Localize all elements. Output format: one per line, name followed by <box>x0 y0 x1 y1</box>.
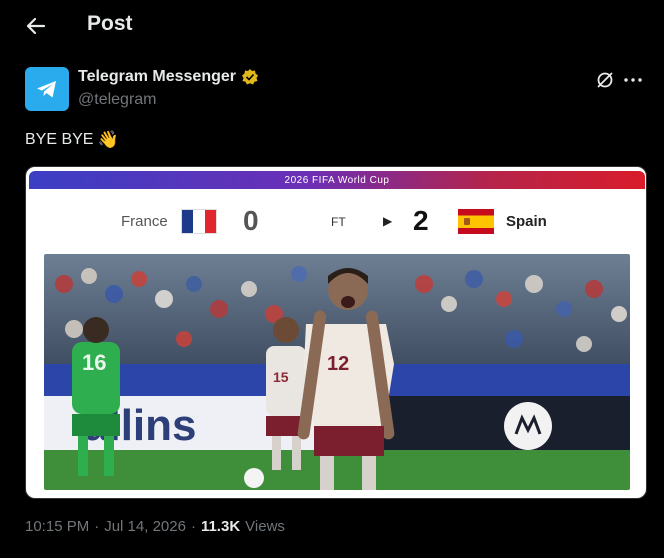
football-icon <box>244 468 264 488</box>
waving-hand-emoji: 👋 <box>97 130 119 149</box>
svg-text:16: 16 <box>82 350 106 375</box>
page-title: Post <box>87 12 133 35</box>
meta-separator: · <box>94 518 100 535</box>
gold-verified-badge-icon <box>242 69 258 85</box>
telegram-logo-icon <box>37 81 56 98</box>
author-name-row: Telegram Messenger <box>78 68 259 86</box>
grok-button[interactable] <box>594 69 616 91</box>
svg-text:12: 12 <box>327 353 349 375</box>
winner-arrow-icon: ▶ <box>383 214 393 228</box>
match-photo[interactable]: allins 16 15 12 <box>44 254 630 490</box>
scoreline: France 0 FT ▶ 2 Spain <box>26 197 646 247</box>
home-team-name: France <box>121 213 168 230</box>
away-team-name: Spain <box>506 213 547 230</box>
post-meta: 10:15 PM · Jul 14, 2026 · 11.3K Views <box>25 518 285 535</box>
post-time[interactable]: 10:15 PM <box>25 518 89 535</box>
top-bar: Post <box>0 0 664 52</box>
spain-flag-icon <box>458 209 494 234</box>
france-flag-icon <box>181 209 217 234</box>
meta-separator: · <box>190 518 196 535</box>
grok-slash-circle-icon <box>597 72 613 88</box>
away-score: 2 <box>413 205 429 236</box>
back-button[interactable] <box>22 12 50 40</box>
post-date[interactable]: Jul 14, 2026 <box>104 518 186 535</box>
banner-title: 2026 FIFA World Cup <box>284 174 390 186</box>
media-card[interactable]: 2026 FIFA World Cup France 0 FT ▶ 2 Spai… <box>25 166 647 499</box>
views-label: Views <box>245 518 285 535</box>
post-text: BYE BYE 👋 <box>25 130 119 150</box>
avatar[interactable] <box>25 67 69 111</box>
author-name[interactable]: Telegram Messenger <box>78 68 236 86</box>
home-score: 0 <box>243 205 259 236</box>
views-count: 11.3K <box>200 518 241 535</box>
match-status: FT <box>331 215 346 229</box>
svg-text:15: 15 <box>273 369 289 385</box>
arrow-left-icon <box>26 17 46 35</box>
football-celebration-image: allins 16 15 12 <box>44 254 630 490</box>
author-handle[interactable]: @telegram <box>78 91 157 109</box>
more-dots-icon <box>624 78 642 82</box>
world-cup-banner: 2026 FIFA World Cup <box>29 171 645 189</box>
more-options-button[interactable] <box>621 69 645 91</box>
post-author: Telegram Messenger @telegram <box>25 67 645 113</box>
post-text-content: BYE BYE <box>25 131 94 148</box>
